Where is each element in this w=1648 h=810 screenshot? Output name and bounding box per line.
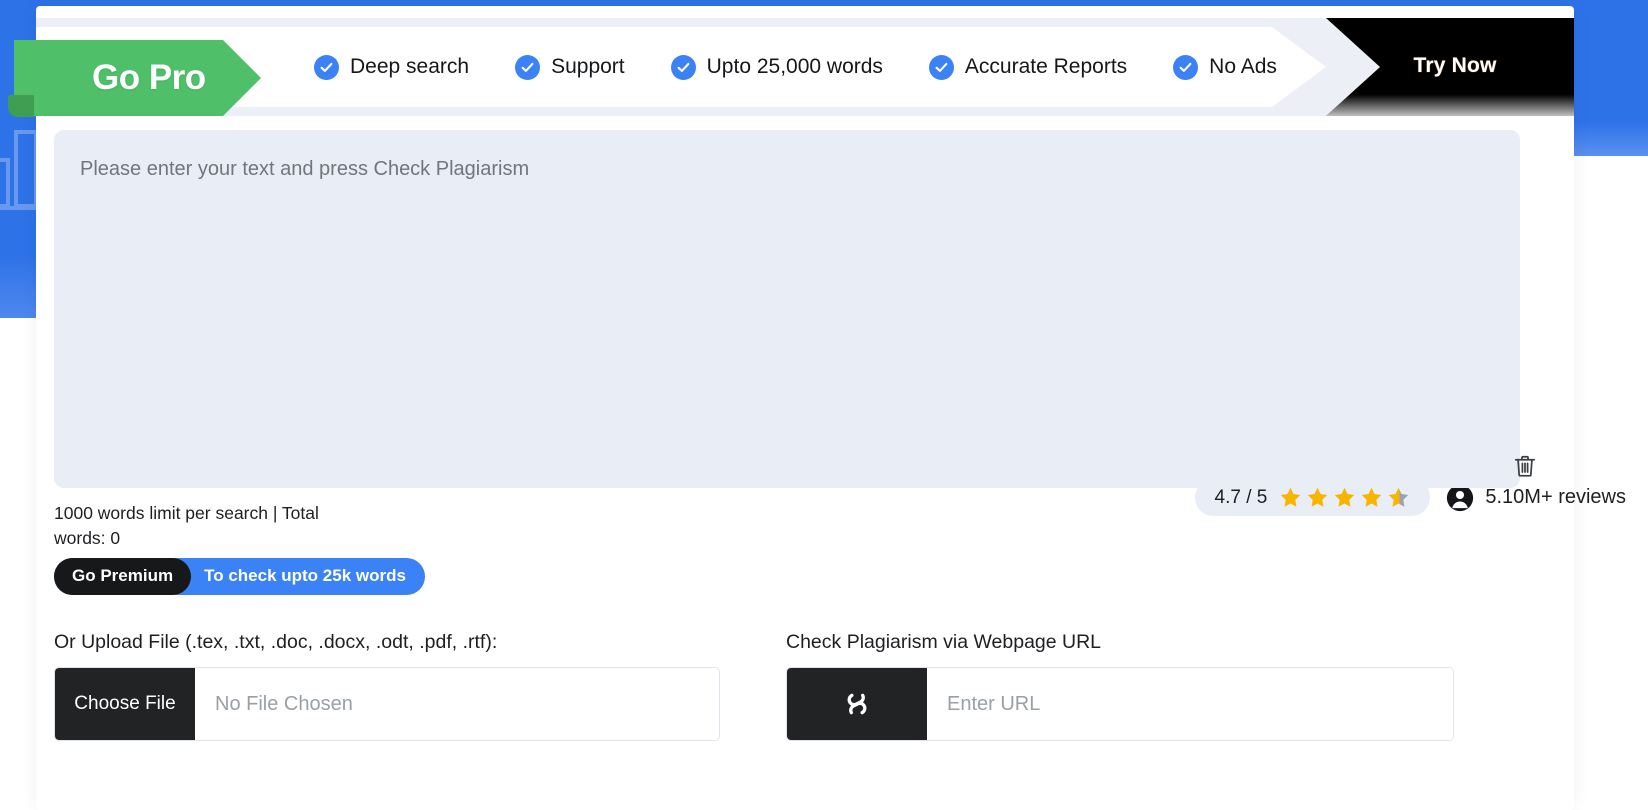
url-submit-button[interactable] [787, 668, 927, 740]
gopro-tag-fold [8, 95, 34, 117]
check-circle-icon [928, 54, 954, 80]
url-check-label: Check Plagiarism via Webpage URL [786, 631, 1102, 653]
feature-accurate-reports[interactable]: Accurate Reports [928, 54, 1128, 80]
check-circle-icon [515, 54, 541, 80]
editor-area [54, 130, 1556, 493]
feature-word-limit[interactable]: Upto 25,000 words [670, 54, 883, 80]
go-pro-banner: Go Pro Deep search Support Upto 25,000 w… [36, 18, 1574, 116]
go-premium-tagline: To check upto 25k words [204, 566, 406, 586]
chosen-file-name-input[interactable] [195, 668, 719, 740]
go-premium-button[interactable]: Go Premium [54, 557, 192, 595]
main-content: 1000 words limit per search | Total word… [36, 116, 1574, 595]
feature-deep-search[interactable]: Deep search [314, 54, 470, 80]
go-pro-tag-label: Go Pro [92, 58, 206, 97]
go-pro-tag[interactable]: Go Pro [14, 40, 261, 116]
trash-icon [1514, 455, 1536, 477]
feature-support[interactable]: Support [515, 54, 625, 80]
clear-text-button[interactable] [1508, 449, 1542, 483]
check-circle-icon [1173, 54, 1199, 80]
upload-file-field: Choose File [54, 667, 720, 741]
bottom-inputs: Or Upload File (.tex, .txt, .doc, .docx,… [54, 631, 1574, 741]
choose-file-button[interactable]: Choose File [55, 668, 195, 740]
page-root: Go Pro Deep search Support Upto 25,000 w… [0, 0, 1648, 810]
check-circle-icon [314, 54, 339, 80]
check-circle-icon [670, 54, 696, 80]
link-chain-icon [847, 693, 867, 715]
go-premium-banner[interactable]: Go Premium To check upto 25k words [54, 557, 425, 595]
feature-label: Support [551, 55, 625, 78]
feature-label: Upto 25,000 words [706, 55, 883, 78]
upload-file-section: Or Upload File (.tex, .txt, .doc, .docx,… [54, 631, 720, 741]
feature-label: Accurate Reports [964, 55, 1128, 78]
try-now-button[interactable]: Try Now [1413, 54, 1496, 78]
upload-file-label: Or Upload File (.tex, .txt, .doc, .docx,… [54, 631, 498, 653]
url-input[interactable] [927, 668, 1453, 740]
url-check-section: Check Plagiarism via Webpage URL [786, 631, 1454, 741]
feature-label: No Ads [1209, 55, 1277, 78]
banner-feature-list: Deep search Support Upto 25,000 words Ac… [314, 27, 1277, 107]
plagiarism-text-input[interactable] [54, 130, 1520, 488]
feature-no-ads[interactable]: No Ads [1173, 54, 1277, 80]
url-check-field [786, 667, 1454, 741]
feature-label: Deep search [350, 55, 470, 78]
word-count-info: 1000 words limit per search | Total word… [54, 503, 319, 548]
